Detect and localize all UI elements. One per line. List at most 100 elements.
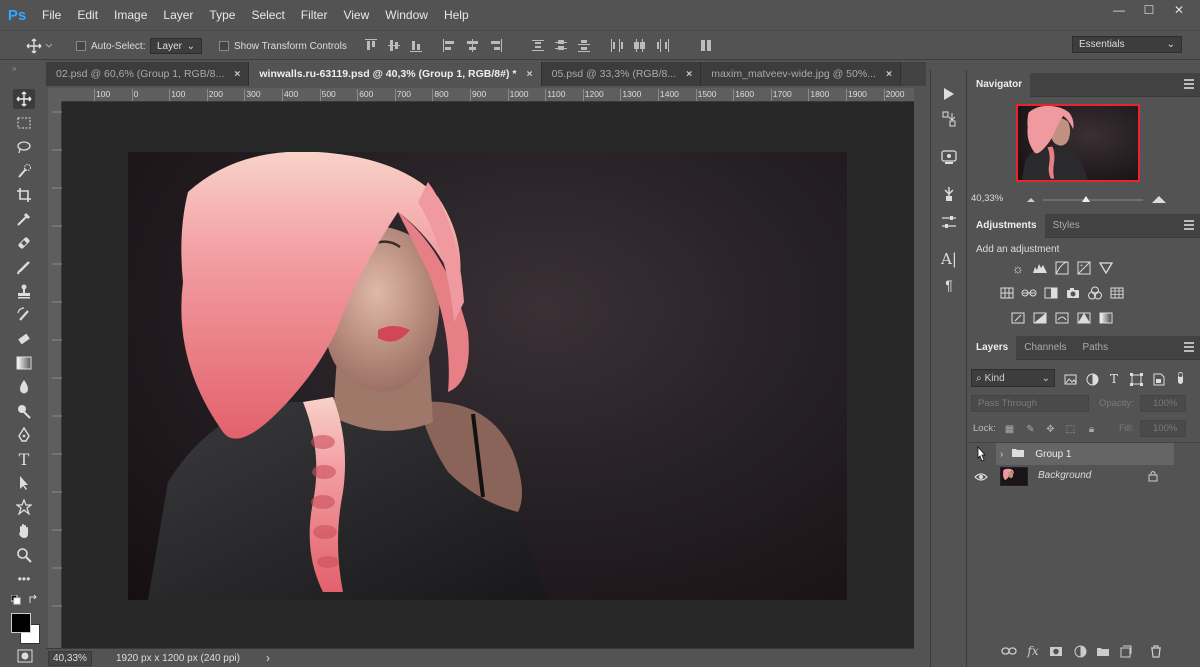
color-balance-icon[interactable] [1021, 286, 1037, 300]
menu-help[interactable]: Help [436, 0, 477, 30]
path-selection-tool-icon[interactable] [13, 473, 35, 493]
lock-transparent-pixels-icon[interactable]: ▦ [1004, 424, 1015, 435]
show-transform-checkbox[interactable]: Show Transform Controls [219, 38, 347, 54]
history-icon[interactable] [939, 109, 959, 129]
align-hcenter-icon[interactable] [466, 39, 478, 53]
threshold-icon[interactable] [1054, 311, 1070, 325]
photo-filter-icon[interactable] [1065, 286, 1081, 300]
black-white-icon[interactable] [1043, 286, 1059, 300]
auto-select-dropdown[interactable]: Layer ⌄ [150, 38, 202, 54]
maximize-button[interactable]: ☐ [1134, 0, 1164, 22]
history-brush-tool-icon[interactable] [13, 305, 35, 325]
channel-mixer-icon[interactable] [1087, 286, 1103, 300]
menu-select[interactable]: Select [243, 0, 292, 30]
menu-window[interactable]: Window [377, 0, 436, 30]
align-top-icon[interactable] [365, 39, 377, 53]
character-panel-icon[interactable]: A| [939, 249, 959, 269]
lock-all-icon[interactable]: 🔒︎ [1086, 424, 1097, 435]
filter-adjustment-icon[interactable] [1084, 372, 1100, 386]
layer-row-background[interactable]: Background [968, 465, 1200, 488]
brush-settings-icon[interactable] [939, 212, 959, 232]
close-window-button[interactable]: ✕ [1164, 0, 1194, 22]
filter-shape-icon[interactable] [1128, 372, 1144, 386]
navigator-thumbnail[interactable] [1016, 104, 1140, 182]
filter-pixel-icon[interactable] [1062, 372, 1078, 386]
blur-tool-icon[interactable] [13, 377, 35, 397]
tab-layers[interactable]: Layers [968, 335, 1017, 360]
horizontal-ruler[interactable]: 100 0 100 200 300 400 500 600 700 800 900 1000 1100 1… [62, 88, 914, 102]
brightness-contrast-icon[interactable]: ☼ [1010, 261, 1026, 276]
swap-colors-icon[interactable] [29, 594, 39, 605]
navigator-zoom-slider[interactable] [1025, 194, 1173, 206]
tab-adjustments[interactable]: Adjustments [968, 213, 1045, 238]
filter-toggle[interactable] [1175, 371, 1195, 385]
new-group-icon[interactable] [1095, 644, 1111, 658]
canvas-workspace[interactable] [62, 102, 914, 648]
status-menu-arrow-icon[interactable]: › [266, 651, 270, 665]
lock-artboard-icon[interactable]: ⬚ [1065, 424, 1076, 435]
document-canvas[interactable] [128, 152, 847, 600]
default-colors-icon[interactable] [10, 594, 21, 605]
foreground-color-swatch[interactable] [11, 613, 31, 633]
clone-stamp-tool-icon[interactable] [13, 281, 35, 301]
close-tab-icon[interactable]: × [234, 68, 240, 80]
minimize-button[interactable]: — [1104, 0, 1134, 22]
tab-02-psd[interactable]: 02.psd @ 60,6% (Group 1, RGB/8... × [46, 62, 250, 86]
align-left-icon[interactable] [443, 39, 455, 53]
dodge-tool-icon[interactable] [13, 401, 35, 421]
zoom-level-field[interactable]: 40,33% [48, 650, 92, 666]
invert-icon[interactable] [1010, 311, 1026, 325]
menu-edit[interactable]: Edit [69, 0, 106, 30]
link-layers-icon[interactable] [1001, 644, 1017, 658]
filter-smart-object-icon[interactable] [1150, 372, 1166, 386]
vibrance-icon[interactable] [1098, 261, 1114, 275]
filter-type-icon[interactable]: T [1106, 372, 1122, 386]
marquee-tool-icon[interactable] [13, 113, 35, 133]
menu-type[interactable]: Type [201, 0, 243, 30]
curves-icon[interactable] [1054, 261, 1070, 275]
close-tab-icon[interactable]: × [526, 68, 532, 80]
layer-row-group-1[interactable]: › Group 1 [968, 442, 1200, 465]
panel-menu-icon[interactable] [1184, 342, 1194, 352]
vertical-ruler[interactable] [48, 102, 62, 648]
align-vcenter-icon[interactable] [388, 39, 400, 53]
trash-icon[interactable] [1148, 644, 1164, 658]
chevron-right-icon[interactable]: › [1000, 449, 1003, 460]
crop-tool-icon[interactable] [13, 185, 35, 205]
eyedropper-tool-icon[interactable] [13, 209, 35, 229]
lock-image-pixels-icon[interactable]: ✎ [1025, 424, 1036, 435]
panel-collapse-icon[interactable]: » [12, 64, 16, 73]
auto-align-icon[interactable] [700, 39, 712, 53]
hue-saturation-icon[interactable] [999, 286, 1015, 300]
selective-color-icon[interactable] [1076, 311, 1092, 325]
exposure-icon[interactable]: + [1076, 261, 1092, 275]
healing-brush-tool-icon[interactable] [13, 233, 35, 253]
panel-menu-icon[interactable] [1184, 220, 1194, 230]
hand-tool-icon[interactable] [13, 521, 35, 541]
menu-filter[interactable]: Filter [293, 0, 336, 30]
levels-icon[interactable] [1032, 261, 1048, 275]
properties-icon[interactable] [939, 147, 959, 167]
tab-styles[interactable]: Styles [1045, 214, 1088, 238]
distribute-right-icon[interactable] [656, 39, 669, 53]
gradient-map-icon[interactable] [1098, 311, 1114, 325]
visibility-eye-icon[interactable] [968, 465, 994, 488]
lock-position-icon[interactable]: ✥ [1045, 424, 1056, 435]
tab-winwalls-psd[interactable]: winwalls.ru-63119.psd @ 40,3% (Group 1, … [249, 62, 542, 86]
play-actions-icon[interactable] [939, 84, 959, 104]
tab-maxim-jpg[interactable]: maxim_matveev-wide.jpg @ 50%... × [701, 62, 902, 86]
close-tab-icon[interactable]: × [886, 68, 892, 80]
distribute-vcenter-icon[interactable] [555, 39, 567, 53]
quick-mask-icon[interactable] [17, 649, 33, 663]
tab-05-psd[interactable]: 05.psd @ 33,3% (RGB/8... × [541, 62, 702, 86]
posterize-icon[interactable] [1032, 311, 1048, 325]
align-right-icon[interactable] [489, 39, 502, 53]
new-layer-icon[interactable] [1118, 644, 1134, 658]
brush-presets-icon[interactable] [939, 184, 959, 204]
gradient-tool-icon[interactable] [13, 353, 35, 373]
menu-layer[interactable]: Layer [155, 0, 201, 30]
distribute-top-icon[interactable] [532, 39, 544, 53]
menu-image[interactable]: Image [106, 0, 155, 30]
align-bottom-icon[interactable] [410, 39, 422, 53]
quick-selection-tool-icon[interactable] [13, 161, 35, 181]
